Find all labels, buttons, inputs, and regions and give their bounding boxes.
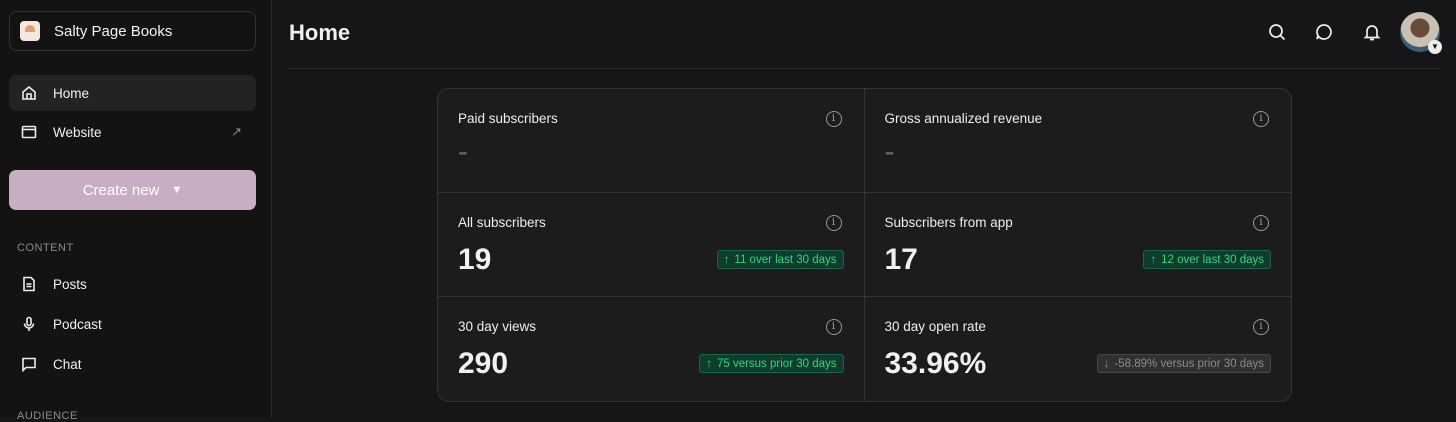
stat-label: 30 day open rate [884, 319, 986, 334]
stat-card-paid-subscribers: Paid subscribers i - [438, 89, 865, 193]
arrow-down-icon: ↓ [1103, 357, 1110, 370]
arrow-up-icon: ↑ [706, 357, 712, 370]
sidebar-item-label: Home [53, 85, 90, 101]
sidebar-item-home[interactable]: Home [9, 75, 256, 111]
sidebar: Salty Page Books Home Website ↗ Create n… [0, 0, 272, 422]
sidebar-item-podcast[interactable]: Podcast [9, 306, 256, 342]
stat-card-open-rate: 30 day open rate i 33.96% ↓ -58.89% versu… [865, 297, 1292, 401]
external-link-icon: ↗ [231, 124, 242, 139]
trend-text: 12 over last 30 days [1161, 253, 1264, 266]
info-icon[interactable]: i [825, 111, 842, 127]
sidebar-item-website[interactable]: Website ↗ [9, 114, 256, 150]
info-icon[interactable]: i [1253, 111, 1269, 127]
stat-value: - [458, 135, 468, 168]
create-new-label: Create new [82, 181, 160, 199]
header-divider [289, 68, 1440, 69]
stat-label: All subscribers [458, 215, 546, 230]
sidebar-item-chat[interactable]: Chat [9, 346, 256, 382]
stat-card-all-subscribers: All subscribers i 19 ↑ 11 over last 30 da… [438, 193, 865, 297]
stat-value: - [884, 135, 895, 168]
arrow-up-icon: ↑ [1150, 253, 1157, 266]
chat-icon [22, 357, 36, 372]
stat-label: Gross annualized revenue [884, 111, 1043, 126]
trend-badge: ↓ -58.89% versus prior 30 days [1096, 354, 1271, 373]
section-heading-content: CONTENT [17, 242, 74, 254]
sidebar-item-label: Chat [53, 356, 82, 372]
stat-label: 30 day views [458, 319, 537, 334]
caret-down-icon[interactable]: ▼ [1428, 40, 1442, 54]
document-icon [23, 276, 35, 292]
browser-icon [21, 125, 37, 139]
arrow-up-icon: ↑ [723, 253, 730, 266]
stat-card-app-subscribers: Subscribers from app i 17 ↑ 12 over last … [864, 193, 1291, 297]
trend-text: 11 over last 30 days [734, 253, 837, 266]
sidebar-item-posts[interactable]: Posts [9, 266, 256, 302]
publication-switcher[interactable]: Salty Page Books [9, 11, 256, 51]
trend-text: -58.89% versus prior 30 days [1114, 357, 1264, 370]
sidebar-item-label: Podcast [53, 316, 102, 332]
sidebar-item-label: Posts [53, 276, 87, 292]
stat-card-gross-revenue: Gross annualized revenue i - [864, 89, 1291, 193]
trend-text: 75 versus prior 30 days [716, 357, 837, 370]
search-icon[interactable] [1267, 22, 1287, 42]
info-icon[interactable]: i [1253, 215, 1269, 231]
stat-card-views: 30 day views i 290 ↑ 75 versus prior 30 d… [438, 297, 865, 401]
section-heading-audience: AUDIENCE [17, 410, 78, 422]
info-icon[interactable]: i [825, 319, 842, 335]
trend-badge: ↑ 12 over last 30 days [1143, 250, 1271, 269]
trend-badge: ↑ 11 over last 30 days [716, 250, 844, 269]
create-new-button[interactable]: Create new ▼ [9, 170, 256, 210]
stat-label: Paid subscribers [458, 111, 558, 126]
info-icon[interactable]: i [1253, 319, 1269, 335]
microphone-icon [23, 316, 35, 331]
trend-badge: ↑ 75 versus prior 30 days [699, 354, 844, 373]
stat-value: 17 [884, 243, 918, 276]
caret-down-icon: ▼ [171, 184, 183, 196]
publication-name: Salty Page Books [54, 22, 173, 40]
stat-value: 290 [458, 347, 509, 380]
page-title: Home [289, 20, 351, 45]
info-icon[interactable]: i [825, 215, 842, 231]
stats-grid: Paid subscribers i - Gross annualized re… [437, 88, 1292, 402]
home-icon [22, 85, 36, 100]
sidebar-item-label: Website [53, 124, 102, 140]
bell-icon[interactable] [1362, 22, 1382, 42]
stat-label: Subscribers from app [884, 215, 1013, 230]
stat-value: 33.96% [884, 347, 987, 380]
chat-bubble-icon[interactable] [1314, 22, 1334, 42]
publication-logo [20, 21, 40, 41]
stat-value: 19 [458, 243, 492, 276]
